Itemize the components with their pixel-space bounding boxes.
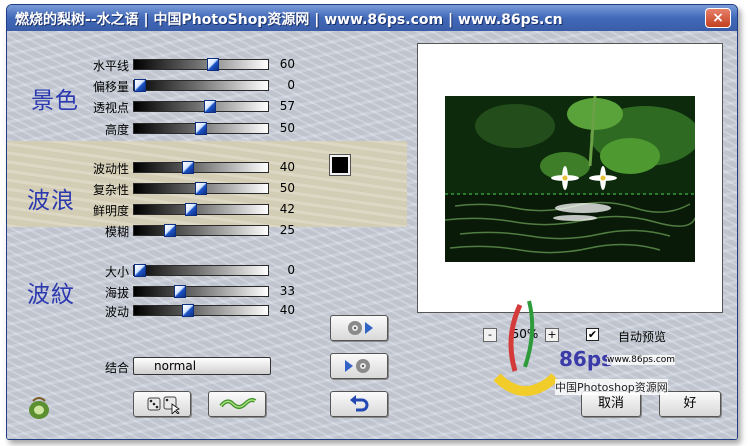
size-value[interactable]: 0	[265, 263, 295, 277]
height-label: 高度	[104, 123, 129, 137]
height-value[interactable]: 50	[265, 121, 295, 135]
slider-thumb[interactable]	[207, 58, 219, 71]
wave-preset-button[interactable]	[208, 391, 266, 417]
perspective-slider[interactable]	[133, 100, 269, 113]
title-bar[interactable]: 燃烧的梨树--水之语 | 中国PhotoShop资源网 | www.86ps.c…	[7, 5, 737, 31]
window-title: 燃烧的梨树--水之语 | 中国PhotoShop资源网 | www.86ps.c…	[15, 12, 563, 28]
ripple-label: 波动	[104, 305, 129, 319]
horizon-label: 水平线	[92, 59, 129, 73]
fluctuation-label: 波动性	[92, 162, 129, 176]
randomize-button[interactable]	[133, 391, 191, 417]
color-swatch[interactable]	[329, 154, 351, 176]
dice-icon	[147, 396, 180, 415]
blend-value: normal	[154, 359, 197, 373]
slider-thumb[interactable]	[185, 203, 197, 216]
slider-thumb[interactable]	[134, 264, 146, 277]
blend-label: 结合	[104, 361, 129, 375]
slider-thumb[interactable]	[182, 161, 194, 174]
blend-select[interactable]: normal	[133, 357, 271, 375]
wave-icon	[219, 398, 257, 409]
slider-thumb[interactable]	[174, 285, 186, 298]
play-forward-icon	[348, 321, 373, 335]
offset-label: 偏移量	[92, 80, 129, 94]
section-ripples: 波紋	[27, 282, 75, 308]
preview-frame	[417, 43, 723, 313]
watermark-url: www.86ps.com	[607, 355, 676, 365]
perspective-value[interactable]: 57	[265, 99, 295, 113]
preview-image[interactable]	[445, 96, 695, 262]
slider-thumb[interactable]	[182, 304, 194, 317]
watermark-emblem-icon	[493, 300, 559, 396]
elevation-value[interactable]: 33	[265, 284, 295, 298]
size-label: 大小	[104, 265, 129, 279]
play-back-button[interactable]	[330, 353, 388, 379]
fluctuation-value[interactable]: 40	[265, 160, 295, 174]
offset-value[interactable]: 0	[265, 78, 295, 92]
plugin-window: 燃烧的梨树--水之语 | 中国PhotoShop资源网 | www.86ps.c…	[6, 4, 738, 440]
brightness-value[interactable]: 42	[265, 202, 295, 216]
slider-thumb[interactable]	[134, 79, 146, 92]
ripple-value[interactable]: 40	[265, 303, 295, 317]
close-button[interactable]: ×	[705, 8, 731, 28]
preview-photo	[445, 96, 695, 262]
brightness-label: 鲜明度	[92, 204, 129, 218]
slider-thumb[interactable]	[204, 100, 216, 113]
horizon-slider[interactable]	[133, 58, 269, 71]
watermark-86ps: 86ps	[559, 347, 614, 371]
blur-label: 模糊	[104, 225, 129, 239]
height-slider[interactable]	[133, 122, 269, 135]
blur-value[interactable]: 25	[265, 223, 295, 237]
perspective-label: 透视点	[92, 101, 129, 115]
undo-icon	[350, 395, 369, 412]
horizon-value[interactable]: 60	[265, 57, 295, 71]
brightness-slider[interactable]	[133, 203, 269, 216]
complexity-value[interactable]: 50	[265, 181, 295, 195]
play-back-icon	[345, 359, 370, 373]
complexity-label: 复杂性	[92, 183, 129, 197]
fluctuation-slider[interactable]	[133, 161, 269, 174]
ripple-slider[interactable]	[133, 304, 269, 317]
elevation-label: 海拔	[104, 286, 129, 300]
slider-thumb[interactable]	[195, 182, 207, 195]
complexity-slider[interactable]	[133, 182, 269, 195]
size-slider[interactable]	[133, 264, 269, 277]
slider-thumb[interactable]	[164, 224, 176, 237]
offset-slider[interactable]	[133, 79, 269, 92]
section-waves: 波浪	[27, 188, 75, 214]
close-icon: ×	[712, 10, 724, 26]
slider-thumb[interactable]	[195, 122, 207, 135]
watermark-site: 中国Photoshop资源网	[555, 379, 668, 395]
plugin-logo-icon	[29, 397, 49, 419]
elevation-slider[interactable]	[133, 285, 269, 298]
watermark-logo: 86ps www.86ps.com 中国Photoshop资源网	[485, 297, 691, 407]
dialog-body: 景色 波浪 波紋 水平线 60 偏移量 0 透视点 57 高度 50 波动性 4…	[7, 31, 737, 439]
undo-button[interactable]	[330, 391, 388, 417]
blur-slider[interactable]	[133, 224, 269, 237]
play-forward-button[interactable]	[330, 315, 388, 341]
